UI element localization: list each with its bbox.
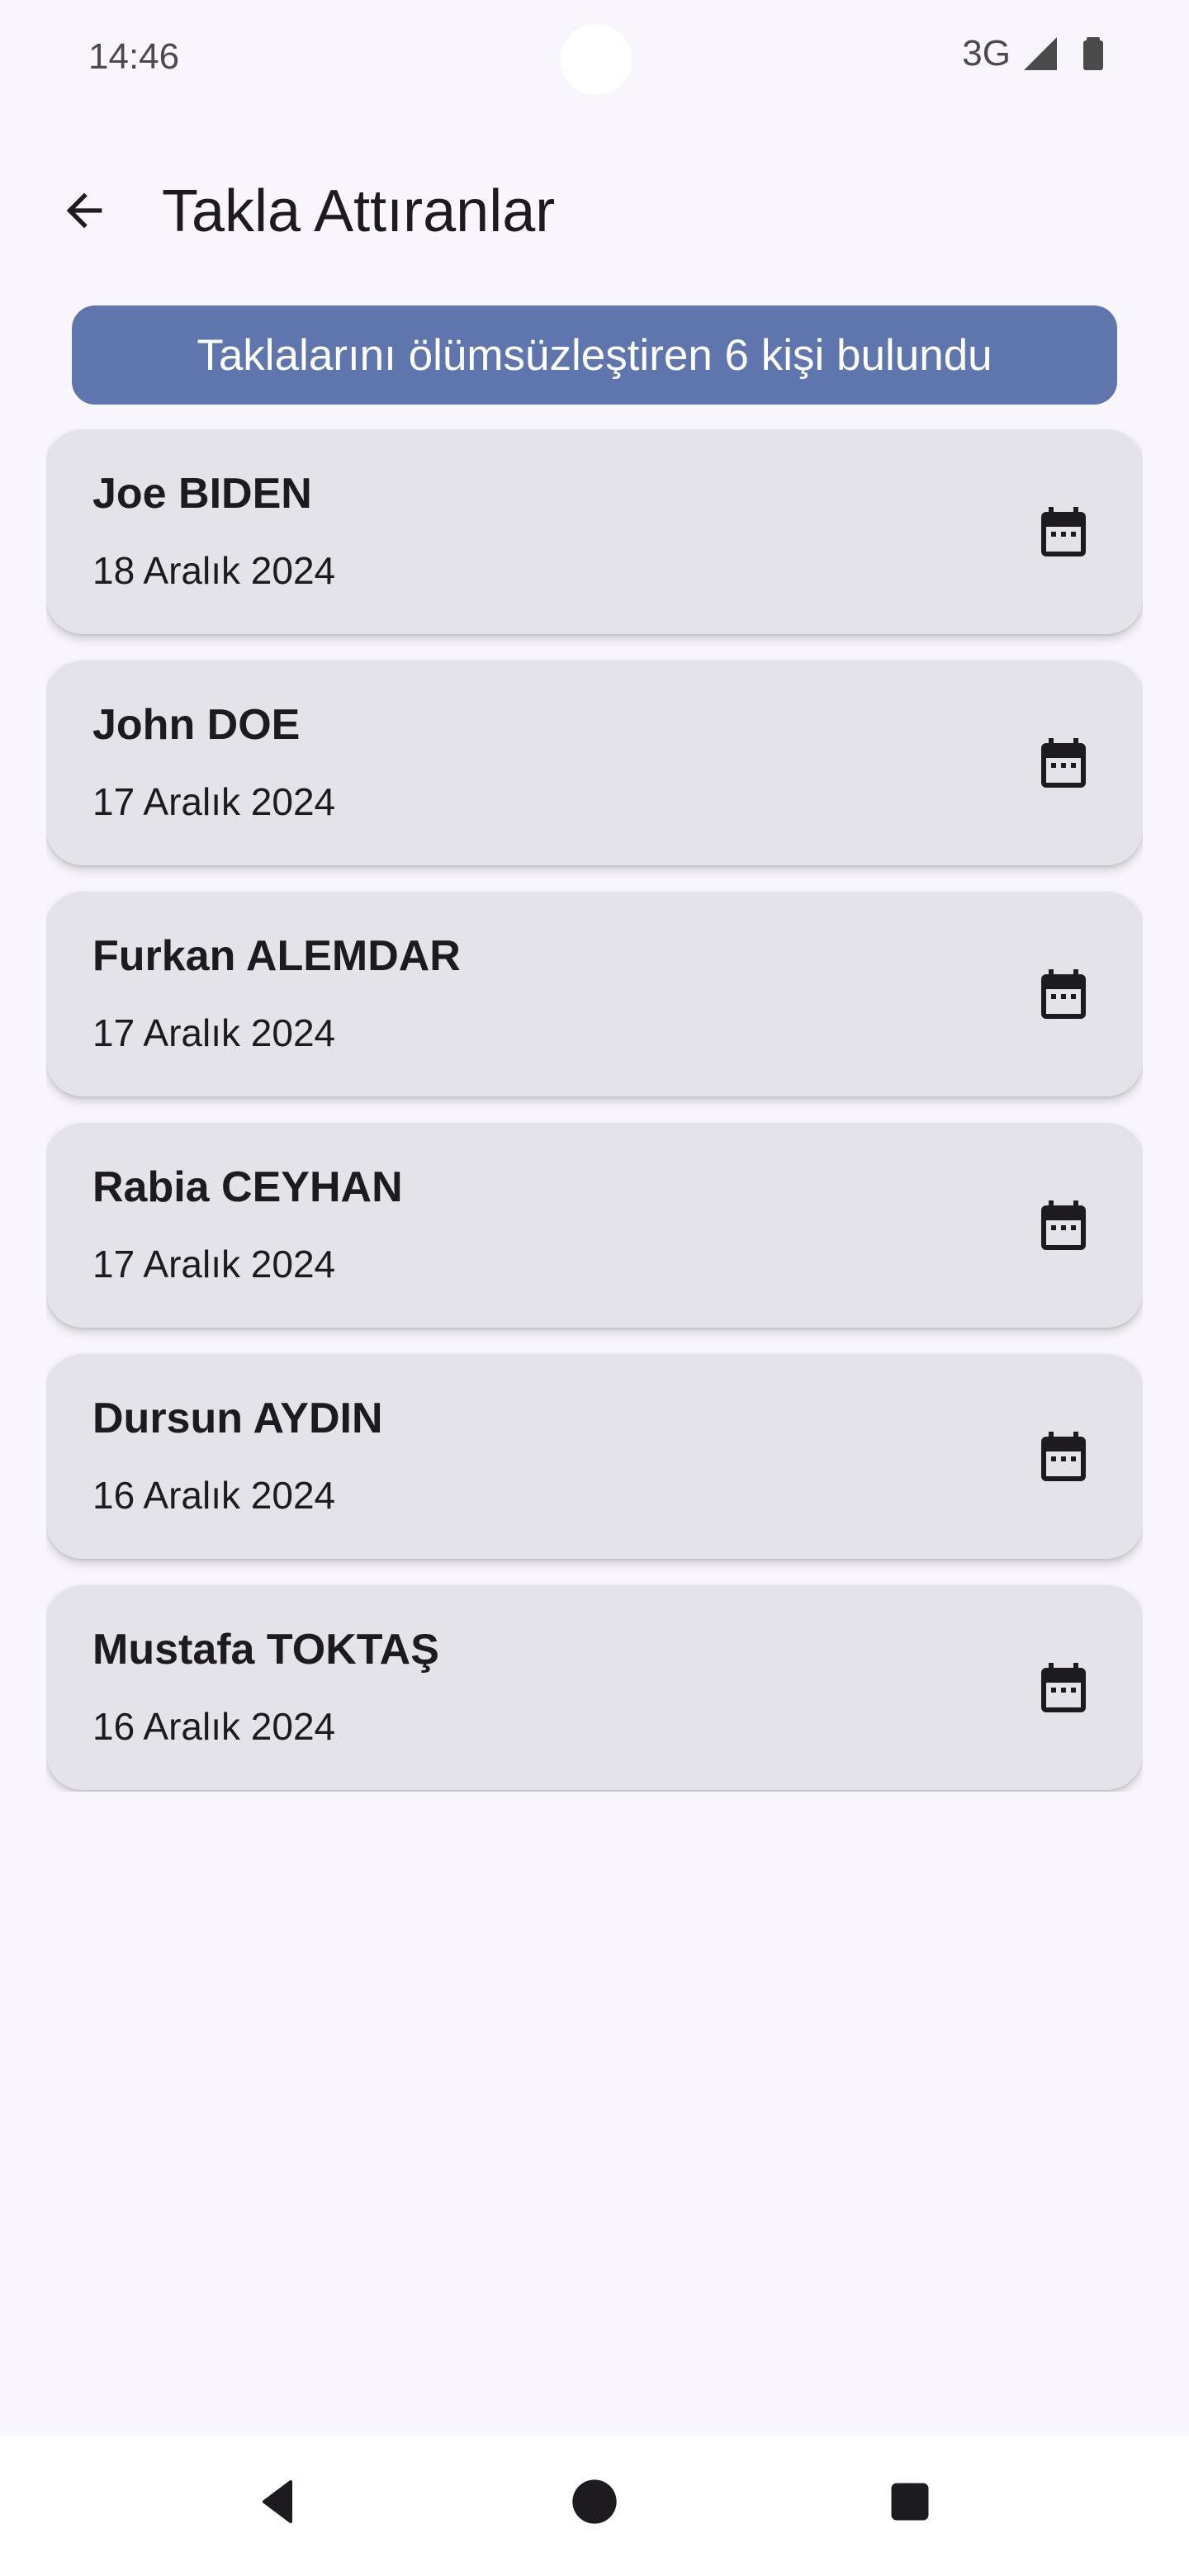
person-card[interactable]: John DOE 17 Aralık 2024 bbox=[46, 661, 1143, 865]
person-list[interactable]: Joe BIDEN 18 Aralık 2024 John DOE 17 Ara… bbox=[46, 429, 1143, 1792]
person-date: 17 Aralık 2024 bbox=[92, 1011, 336, 1054]
person-date: 16 Aralık 2024 bbox=[92, 1474, 336, 1517]
camera-cutout bbox=[561, 24, 632, 95]
status-time: 14:46 bbox=[88, 36, 180, 77]
app-bar: Takla Attıranlar bbox=[0, 157, 1189, 264]
arrow-back-icon bbox=[66, 192, 102, 229]
person-card[interactable]: Dursun AYDIN 16 Aralık 2024 bbox=[46, 1354, 1143, 1559]
status-bar: 14:46 3G bbox=[0, 0, 1189, 119]
nav-recents-icon bbox=[891, 2483, 929, 2521]
calendar-icon bbox=[1041, 1663, 1086, 1712]
page-title: Takla Attıranlar bbox=[162, 178, 556, 244]
result-count-banner: Taklalarını ölümsüzleştiren 6 kişi bulun… bbox=[72, 305, 1117, 405]
calendar-icon bbox=[1041, 1432, 1086, 1481]
calendar-icon bbox=[1041, 507, 1086, 556]
nav-home-icon bbox=[572, 2479, 617, 2524]
network-type-label: 3G bbox=[962, 33, 1011, 73]
nav-recents-button[interactable] bbox=[869, 2460, 951, 2543]
person-name: John DOE bbox=[92, 701, 301, 749]
calendar-icon bbox=[1041, 969, 1086, 1019]
person-card[interactable]: Mustafa TOKTAŞ 16 Aralık 2024 bbox=[46, 1585, 1143, 1790]
system-nav-bar bbox=[0, 2436, 1189, 2576]
person-card[interactable]: Joe BIDEN 18 Aralık 2024 bbox=[46, 429, 1143, 634]
person-date: 16 Aralık 2024 bbox=[92, 1705, 336, 1748]
nav-back-icon bbox=[263, 2480, 292, 2523]
person-name: Dursun AYDIN bbox=[92, 1395, 383, 1442]
back-button[interactable] bbox=[40, 166, 129, 255]
battery-icon bbox=[1083, 37, 1103, 70]
nav-home-button[interactable] bbox=[553, 2460, 636, 2543]
person-card[interactable]: Rabia CEYHAN 17 Aralık 2024 bbox=[46, 1123, 1143, 1328]
person-name: Rabia CEYHAN bbox=[92, 1163, 403, 1211]
person-date: 17 Aralık 2024 bbox=[92, 780, 336, 823]
person-name: Joe BIDEN bbox=[92, 470, 312, 518]
person-name: Furkan ALEMDAR bbox=[92, 932, 461, 980]
person-date: 18 Aralık 2024 bbox=[92, 549, 336, 592]
person-name: Mustafa TOKTAŞ bbox=[92, 1626, 439, 1674]
cellular-signal-icon bbox=[1024, 37, 1057, 70]
status-icons: 3G bbox=[962, 33, 1113, 74]
calendar-icon bbox=[1041, 1200, 1086, 1250]
person-card[interactable]: Furkan ALEMDAR 17 Aralık 2024 bbox=[46, 892, 1143, 1096]
calendar-icon bbox=[1041, 738, 1086, 788]
nav-back-button[interactable] bbox=[236, 2460, 319, 2543]
person-date: 17 Aralık 2024 bbox=[92, 1243, 336, 1286]
